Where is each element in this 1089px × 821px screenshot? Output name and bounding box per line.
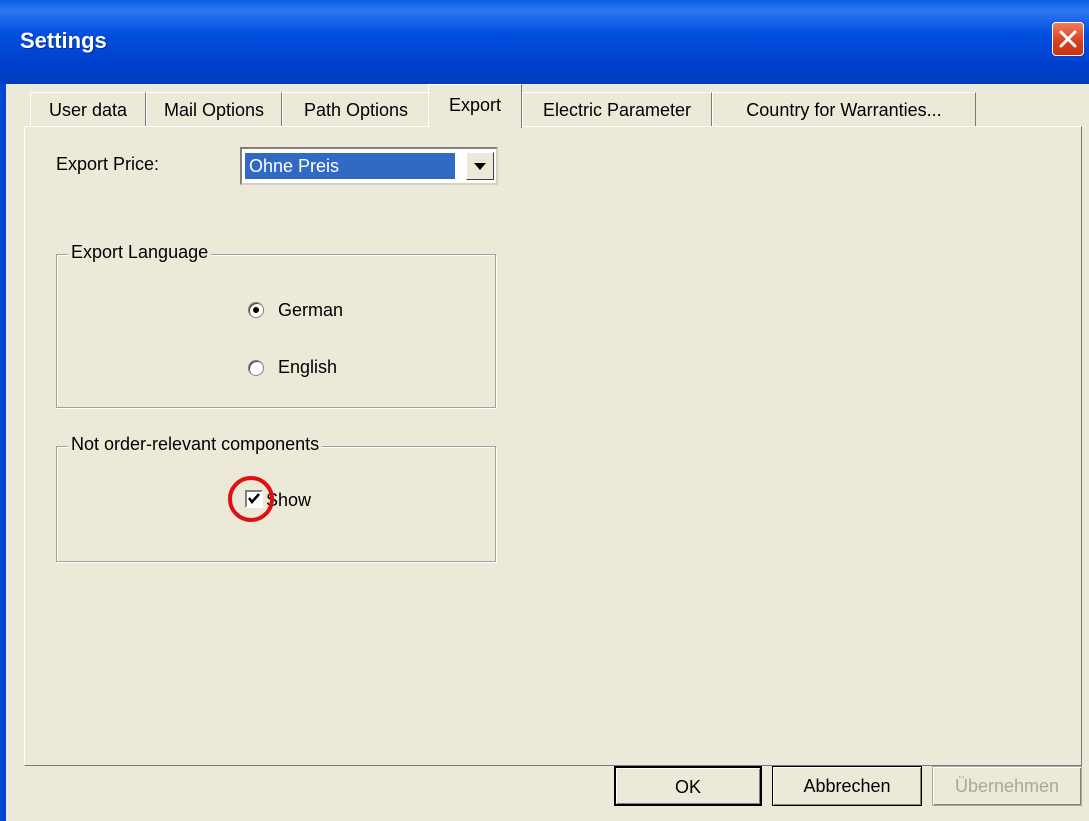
export-price-label: Export Price:	[56, 154, 160, 174]
radio-english-label[interactable]: English	[278, 357, 337, 378]
tab-path-options[interactable]: Path Options	[282, 92, 430, 126]
highlight-circle	[228, 476, 274, 522]
window-frame-left	[0, 84, 6, 821]
dropdown-button[interactable]	[466, 152, 494, 180]
radio-english[interactable]	[248, 360, 264, 376]
export-language-title: Export Language	[68, 242, 212, 263]
tab-electric-parameter[interactable]: Electric Parameter	[522, 92, 712, 126]
ok-button[interactable]: OK	[614, 766, 762, 806]
cancel-button[interactable]: Abbrechen	[772, 766, 922, 806]
tab-user-data[interactable]: User data	[30, 92, 146, 126]
tab-label: Export	[448, 95, 502, 115]
tab-label: Country for Warranties...	[746, 100, 942, 120]
export-price-select[interactable]: Ohne Preis	[240, 147, 498, 185]
apply-button[interactable]: Übernehmen	[932, 766, 1082, 806]
tab-label: Electric Parameter	[542, 100, 692, 120]
window-title: Settings	[20, 28, 107, 53]
tab-country-for-warranties[interactable]: Country for Warranties...	[712, 92, 976, 126]
tab-label: Mail Options	[163, 100, 265, 120]
components-title: Not order-relevant components	[68, 434, 323, 455]
close-button[interactable]	[1052, 22, 1084, 56]
tab-label: User data	[48, 100, 128, 120]
chevron-down-icon	[474, 163, 486, 170]
export-price-value: Ohne Preis	[244, 152, 456, 180]
title-bar[interactable]: Settings	[0, 0, 1089, 84]
radio-german-label[interactable]: German	[278, 300, 343, 321]
tab-label: Path Options	[303, 100, 409, 120]
tab-export[interactable]: Export	[428, 84, 522, 128]
close-icon	[1059, 30, 1077, 48]
tab-mail-options[interactable]: Mail Options	[146, 92, 282, 126]
export-language-group	[56, 254, 496, 408]
radio-german[interactable]	[248, 302, 264, 318]
